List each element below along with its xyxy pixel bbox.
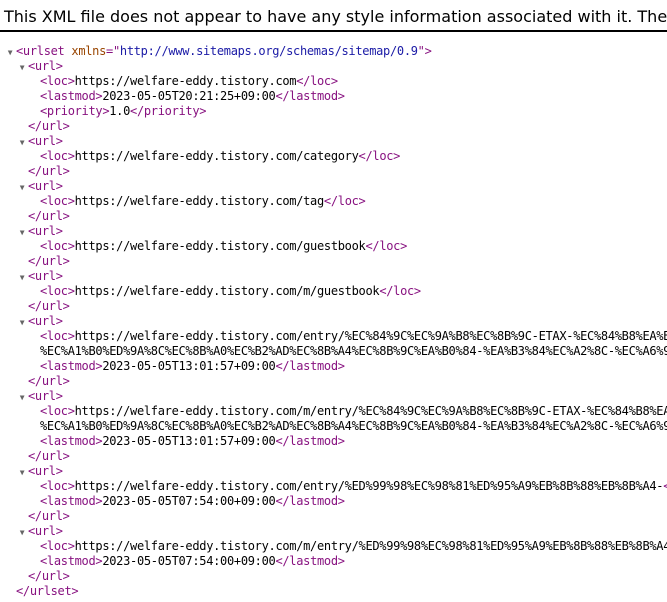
- lastmod-line: <lastmod>2023-05-05T07:54:00+09:00</last…: [40, 554, 345, 568]
- url-open-line: ▼ <url>: [0, 389, 667, 404]
- url-open-line: ▼ <url>: [0, 464, 667, 479]
- loc-value: https://welfare-eddy.tistory.com/tag: [74, 194, 325, 208]
- lastmod-value: 2023-05-05T07:54:00+09:00: [102, 554, 276, 568]
- url-list: ▼ <url> <loc>https://welfare-eddy.tistory.…: [0, 59, 667, 584]
- xmlns-value: http://www.sitemaps.org/schemas/sitemap/…: [119, 44, 418, 58]
- loc-value: https://welfare-eddy.tistory.com/entry/%…: [74, 329, 667, 343]
- lastmod-line: <lastmod>2023-05-05T13:01:57+09:00</last…: [40, 434, 345, 448]
- triangle-down-icon[interactable]: ▼: [4, 45, 16, 59]
- url-close-line: </url>: [28, 119, 70, 133]
- triangle-down-icon[interactable]: ▼: [16, 390, 28, 404]
- loc-continuation: %EC%A1%B0%ED%9A%8C%EC%8B%A0%EC%B2%AD%EC%…: [0, 419, 667, 434]
- lastmod-value: 2023-05-05T13:01:57+09:00: [102, 434, 276, 448]
- priority-line: <priority>1.0</priority>: [40, 104, 207, 118]
- url-open-line: ▼ <url>: [0, 134, 667, 149]
- lastmod-value: 2023-05-05T13:01:57+09:00: [102, 359, 276, 373]
- loc-value-continued: %EC%A1%B0%ED%9A%8C%EC%8B%A0%EC%B2%AD%EC%…: [40, 419, 667, 433]
- url-close-line: </url>: [28, 374, 70, 388]
- triangle-down-icon[interactable]: ▼: [16, 180, 28, 194]
- loc-value: https://welfare-eddy.tistory.com/m/entry…: [74, 539, 667, 553]
- url-close-line: </url>: [28, 164, 70, 178]
- loc-value-continued: %EC%A1%B0%ED%9A%8C%EC%8B%A0%EC%B2%AD%EC%…: [40, 344, 667, 358]
- lastmod-value: 2023-05-05T20:21:25+09:00: [102, 89, 276, 103]
- loc-value: https://welfare-eddy.tistory.com: [74, 74, 297, 88]
- triangle-down-icon[interactable]: ▼: [16, 525, 28, 539]
- url-open-line: ▼ <url>: [0, 59, 667, 74]
- loc-line: <loc>https://welfare-eddy.tistory.com/m/…: [40, 284, 421, 298]
- triangle-down-icon[interactable]: ▼: [16, 60, 28, 74]
- urlset-open-line: ▼ <urlset xmlns="http://www.sitemaps.org/…: [0, 44, 667, 59]
- triangle-down-icon[interactable]: ▼: [16, 465, 28, 479]
- url-close-line: </url>: [28, 209, 70, 223]
- priority-value: 1.0: [109, 104, 131, 118]
- loc-line: <loc>https://welfare-eddy.tistory.com/en…: [40, 479, 667, 493]
- triangle-down-icon[interactable]: ▼: [16, 135, 28, 149]
- url-close-line: </url>: [28, 569, 70, 583]
- lastmod-value: 2023-05-05T07:54:00+09:00: [102, 494, 276, 508]
- url-open-line: ▼ <url>: [0, 269, 667, 284]
- lastmod-line: <lastmod>2023-05-05T20:21:25+09:00</last…: [40, 89, 345, 103]
- url-close-line: </url>: [28, 449, 70, 463]
- loc-value: https://welfare-eddy.tistory.com/guestbo…: [74, 239, 366, 253]
- url-close-line: </url>: [28, 509, 70, 523]
- loc-line: <loc>https://welfare-eddy.tistory.com/en…: [0, 329, 667, 344]
- urlset-close-line: </urlset>: [16, 584, 79, 598]
- xml-document-tree: ▼ <urlset xmlns="http://www.sitemaps.org/…: [0, 44, 667, 599]
- loc-line: <loc>https://welfare-eddy.tistory.com/m/…: [0, 539, 667, 554]
- loc-line: <loc>https://welfare-eddy.tistory.com/ca…: [40, 149, 401, 163]
- loc-value: https://welfare-eddy.tistory.com/m/entry…: [74, 404, 667, 418]
- lastmod-line: <lastmod>2023-05-05T07:54:00+09:00</last…: [40, 494, 345, 508]
- url-open-line: ▼ <url>: [0, 179, 667, 194]
- no-style-info-message: This XML file does not appear to have an…: [0, 0, 667, 32]
- triangle-down-icon[interactable]: ▼: [16, 225, 28, 239]
- loc-line: <loc>https://welfare-eddy.tistory.com</l…: [40, 74, 338, 88]
- loc-value: https://welfare-eddy.tistory.com/m/guest…: [74, 284, 380, 298]
- triangle-down-icon[interactable]: ▼: [16, 270, 28, 284]
- url-close-line: </url>: [28, 299, 70, 313]
- url-open-line: ▼ <url>: [0, 224, 667, 239]
- url-close-line: </url>: [28, 254, 70, 268]
- url-open-line: ▼ <url>: [0, 314, 667, 329]
- loc-line: <loc>https://welfare-eddy.tistory.com/ta…: [40, 194, 366, 208]
- loc-value: https://welfare-eddy.tistory.com/categor…: [74, 149, 359, 163]
- lastmod-line: <lastmod>2023-05-05T13:01:57+09:00</last…: [40, 359, 345, 373]
- loc-continuation: %EC%A1%B0%ED%9A%8C%EC%8B%A0%EC%B2%AD%EC%…: [0, 344, 667, 359]
- loc-value: https://welfare-eddy.tistory.com/entry/%…: [74, 479, 664, 493]
- loc-line: <loc>https://welfare-eddy.tistory.com/gu…: [40, 239, 408, 253]
- url-open-line: ▼ <url>: [0, 524, 667, 539]
- loc-line: <loc>https://welfare-eddy.tistory.com/m/…: [0, 404, 667, 419]
- triangle-down-icon[interactable]: ▼: [16, 315, 28, 329]
